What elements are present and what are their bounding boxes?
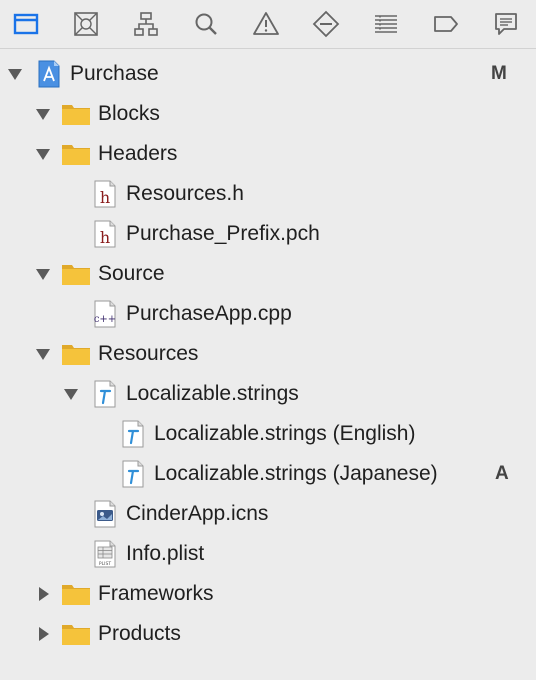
scm-status-badge: M bbox=[491, 63, 507, 84]
strings-file-icon bbox=[94, 380, 116, 408]
tree-item-label: Products bbox=[98, 622, 181, 645]
folder-icon bbox=[62, 105, 90, 125]
tree-row-localizable-strings[interactable]: Localizable.strings bbox=[0, 374, 536, 414]
tree-item-label: Purchase_Prefix.pch bbox=[126, 222, 320, 245]
folder-icon bbox=[62, 265, 90, 285]
symbol-hierarchy-icon[interactable] bbox=[130, 8, 162, 40]
tree-item-label: Resources.h bbox=[126, 182, 244, 205]
tree-item-label: Blocks bbox=[98, 102, 160, 125]
tree-item-label: Localizable.strings (Japanese) bbox=[154, 462, 438, 485]
svg-text:PLIST: PLIST bbox=[99, 561, 111, 567]
header-file-icon: h bbox=[94, 180, 116, 208]
comment-icon[interactable] bbox=[490, 8, 522, 40]
folder-icon bbox=[62, 345, 90, 365]
tree-row-cinderapp-icns[interactable]: CinderApp.icns bbox=[0, 494, 536, 534]
tree-item-label: Resources bbox=[98, 342, 199, 365]
tree-row-prefix-pch[interactable]: h Purchase_Prefix.pch bbox=[0, 214, 536, 254]
icns-file-icon bbox=[94, 500, 116, 528]
svg-text:h: h bbox=[100, 188, 110, 207]
disclosure-collapsed-icon[interactable] bbox=[35, 626, 51, 642]
tree-row-localizable-japanese[interactable]: Localizable.strings (Japanese) A bbox=[0, 454, 536, 494]
tag-icon[interactable] bbox=[430, 8, 462, 40]
tree-row-source-group[interactable]: Source bbox=[0, 254, 536, 294]
tree-item-label: Headers bbox=[98, 142, 178, 165]
plist-file-icon: PLIST bbox=[94, 540, 116, 568]
disclosure-expanded-icon[interactable] bbox=[63, 386, 79, 402]
tree-row-frameworks-group[interactable]: Frameworks bbox=[0, 574, 536, 614]
cpp-file-icon: c++ bbox=[94, 300, 116, 328]
disclosure-expanded-icon[interactable] bbox=[7, 66, 23, 82]
disclosure-expanded-icon[interactable] bbox=[35, 346, 51, 362]
folder-icon bbox=[62, 585, 90, 605]
tree-item-label: Localizable.strings (English) bbox=[154, 422, 416, 445]
tree-row-resources-group[interactable]: Resources bbox=[0, 334, 536, 374]
strings-file-icon bbox=[122, 420, 144, 448]
tree-row-purchaseapp-cpp[interactable]: c++ PurchaseApp.cpp bbox=[0, 294, 536, 334]
tree-row-localizable-english[interactable]: Localizable.strings (English) bbox=[0, 414, 536, 454]
folder-icon bbox=[62, 625, 90, 645]
strings-file-icon bbox=[122, 460, 144, 488]
breakpoint-diamond-icon[interactable] bbox=[310, 8, 342, 40]
tree-item-label: Source bbox=[98, 262, 165, 285]
tree-row-resources-h[interactable]: h Resources.h bbox=[0, 174, 536, 214]
tree-item-label: Purchase bbox=[70, 62, 159, 85]
tree-item-label: Info.plist bbox=[126, 542, 205, 565]
tree-row-blocks-group[interactable]: Blocks bbox=[0, 94, 536, 134]
tree-row-headers-group[interactable]: Headers bbox=[0, 134, 536, 174]
warning-icon[interactable] bbox=[250, 8, 282, 40]
tree-item-label: Frameworks bbox=[98, 582, 214, 605]
tree-item-label: Localizable.strings bbox=[126, 382, 299, 405]
toolbar-divider bbox=[0, 48, 536, 49]
header-file-icon: h bbox=[94, 220, 116, 248]
scm-status-badge: A bbox=[495, 463, 509, 484]
folder-icon bbox=[62, 145, 90, 165]
disclosure-expanded-icon[interactable] bbox=[35, 266, 51, 282]
tree-item-label: CinderApp.icns bbox=[126, 502, 269, 525]
svg-text:h: h bbox=[100, 228, 110, 247]
tree-row-info-plist[interactable]: PLIST Info.plist bbox=[0, 534, 536, 574]
svg-text:c++: c++ bbox=[94, 314, 116, 325]
disclosure-expanded-icon[interactable] bbox=[35, 146, 51, 162]
search-icon[interactable] bbox=[190, 8, 222, 40]
source-control-icon[interactable] bbox=[70, 8, 102, 40]
navigator-toolbar bbox=[0, 0, 536, 48]
tree-item-label: PurchaseApp.cpp bbox=[126, 302, 292, 325]
debug-list-icon[interactable] bbox=[370, 8, 402, 40]
disclosure-expanded-icon[interactable] bbox=[35, 106, 51, 122]
disclosure-collapsed-icon[interactable] bbox=[35, 586, 51, 602]
tree-row-purchase-project[interactable]: Purchase M bbox=[0, 54, 536, 94]
tree-row-products-group[interactable]: Products bbox=[0, 614, 536, 654]
folder-navigator-icon[interactable] bbox=[10, 8, 42, 40]
xcode-project-icon bbox=[38, 60, 60, 88]
